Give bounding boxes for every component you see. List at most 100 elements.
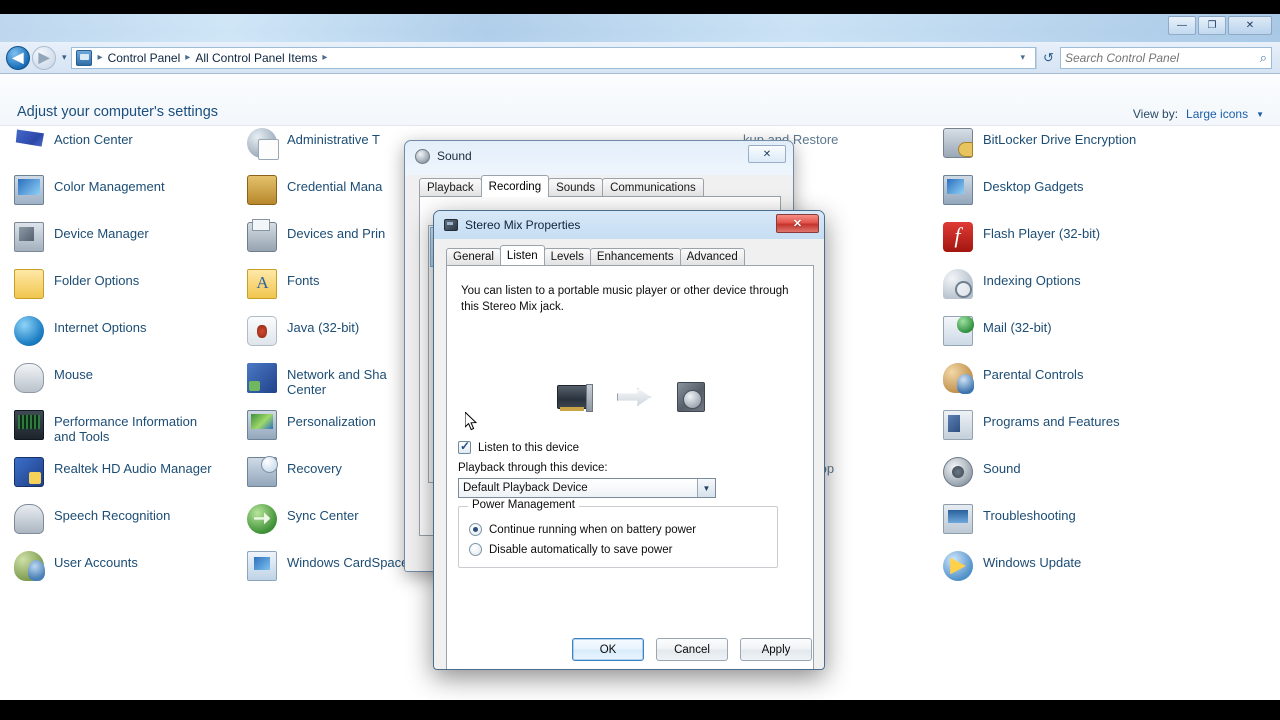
- sound-dialog-titlebar[interactable]: Sound: [405, 141, 793, 171]
- administrative-tools-icon-glyph: [247, 128, 279, 160]
- apply-button[interactable]: Apply: [740, 638, 812, 661]
- smp-tab-enhancements[interactable]: Enhancements: [589, 248, 681, 265]
- smp-tab-listen[interactable]: Listen: [499, 245, 545, 265]
- view-by-label: View by:: [1132, 107, 1179, 121]
- control-panel-item[interactable]: Realtek HD Audio Manager: [14, 455, 244, 502]
- control-panel-item[interactable]: Color Management: [14, 173, 244, 220]
- address-dropdown-icon[interactable]: ▾: [1014, 52, 1031, 63]
- breadcrumb-separator-1: ▸: [185, 52, 191, 63]
- search-box[interactable]: ⌕: [1060, 46, 1272, 69]
- address-bar[interactable]: ▸ Control Panel ▸ All Control Panel Item…: [70, 46, 1036, 69]
- sound-icon-glyph: [943, 457, 973, 487]
- control-panel-item-label: Network and Sha Center: [287, 367, 387, 397]
- control-panel-item[interactable]: Programs and Features: [943, 408, 1173, 455]
- radio-continue-running-label: Continue running when on battery power: [489, 523, 697, 536]
- color-management-icon-glyph: [14, 175, 44, 205]
- control-panel-item[interactable]: Device Manager: [14, 220, 244, 267]
- listen-to-device-checkbox-row[interactable]: Listen to this device: [458, 439, 579, 454]
- control-panel-item-label: Internet Options: [54, 320, 147, 335]
- cancel-button[interactable]: Cancel: [656, 638, 728, 661]
- radio-disable-automatically[interactable]: [469, 543, 482, 556]
- control-panel-item[interactable]: User Accounts: [14, 549, 244, 596]
- breadcrumb-separator-2[interactable]: ▸: [320, 52, 329, 63]
- folder-options-icon: [14, 269, 44, 299]
- indexing-options-icon: [943, 269, 973, 299]
- control-panel-item[interactable]: Internet Options: [14, 314, 244, 361]
- close-button[interactable]: ✕: [1228, 16, 1272, 35]
- breadcrumb-all-items[interactable]: All Control Panel Items: [192, 51, 320, 65]
- control-panel-item-label: Action Center: [54, 132, 133, 147]
- power-management-group: Power Management Continue running when o…: [458, 499, 778, 568]
- refresh-button[interactable]: ↺: [1036, 46, 1060, 69]
- sound-tab-sounds[interactable]: Sounds: [548, 178, 604, 197]
- speaker-icon: [677, 382, 705, 412]
- smp-listen-panel: You can listen to a portable music playe…: [446, 265, 814, 669]
- sound-card-icon: [557, 384, 593, 412]
- playback-device-select[interactable]: Default Playback Device ▼: [458, 478, 716, 498]
- control-panel-item[interactable]: Speech Recognition: [14, 502, 244, 549]
- color-management-icon: [14, 175, 44, 205]
- back-button[interactable]: ◀: [6, 45, 30, 70]
- bitlocker-icon-glyph: [943, 128, 974, 158]
- control-panel-item[interactable]: Sound: [943, 455, 1173, 502]
- control-panel-item[interactable]: Troubleshooting: [943, 502, 1173, 549]
- control-panel-item-label: Credential Mana: [287, 179, 383, 194]
- power-option-continue-running[interactable]: Continue running when on battery power: [469, 523, 696, 536]
- view-by-control[interactable]: View by: Large icons ▼: [1133, 107, 1264, 121]
- control-panel-item[interactable]: Desktop Gadgets: [943, 173, 1173, 220]
- listen-to-device-checkbox[interactable]: [458, 439, 471, 454]
- window-titlebar[interactable]: — ❐ ✕: [0, 14, 1280, 42]
- action-center-icon: [14, 128, 44, 158]
- smp-close-button[interactable]: ✕: [776, 214, 819, 233]
- chevron-down-icon[interactable]: ▼: [697, 479, 715, 497]
- smp-titlebar[interactable]: Stereo Mix Properties: [434, 211, 824, 239]
- sound-tab-communications[interactable]: Communications: [602, 178, 704, 197]
- search-input[interactable]: [1065, 50, 1260, 65]
- stereo-mix-properties-dialog[interactable]: Stereo Mix Properties ✕ General Listen Lev…: [433, 210, 825, 670]
- smp-tab-advanced[interactable]: Advanced: [679, 248, 745, 265]
- control-panel-item[interactable]: Mail (32-bit): [943, 314, 1173, 361]
- control-panel-item-label: Devices and Prin: [287, 226, 386, 241]
- window-controls: — ❐ ✕: [1168, 16, 1272, 35]
- sound-dialog-tabs: Playback Recording Sounds Communications: [419, 175, 704, 197]
- breadcrumb-control-panel[interactable]: Control Panel: [105, 51, 184, 65]
- smp-tab-levels[interactable]: Levels: [543, 248, 591, 265]
- chevron-down-icon[interactable]: ▼: [1256, 110, 1264, 119]
- control-panel-item[interactable]: Flash Player (32-bit): [943, 220, 1173, 267]
- page-title: Adjust your computer's settings: [17, 104, 219, 120]
- troubleshooting-icon-glyph: [943, 504, 973, 534]
- sound-tab-playback[interactable]: Playback: [419, 178, 482, 197]
- desktop-gadgets-icon-glyph: [943, 175, 973, 205]
- mouse-icon-glyph: [14, 363, 44, 393]
- control-panel-item[interactable]: Performance Information and Tools: [14, 408, 244, 455]
- cardspace-icon: [247, 551, 277, 581]
- control-panel-item[interactable]: BitLocker Drive Encryption: [943, 126, 1173, 173]
- speech-recognition-icon-glyph: [14, 504, 44, 534]
- sound-tab-recording[interactable]: Recording: [480, 175, 550, 197]
- control-panel-item[interactable]: Action Center: [14, 126, 244, 173]
- sound-card-icon: [444, 219, 458, 231]
- recent-pages-caret[interactable]: ▾: [62, 52, 67, 63]
- smp-tab-general[interactable]: General: [446, 248, 501, 265]
- forward-button[interactable]: ▶: [32, 45, 56, 70]
- radio-continue-running[interactable]: [469, 523, 482, 536]
- minimize-button[interactable]: —: [1168, 16, 1196, 35]
- java-icon-glyph: [247, 316, 277, 346]
- smp-button-row: OK Cancel Apply: [434, 638, 824, 661]
- control-panel-item[interactable]: Folder Options: [14, 267, 244, 314]
- control-panel-item[interactable]: Windows Update: [943, 549, 1173, 596]
- smp-title: Stereo Mix Properties: [465, 218, 581, 232]
- programs-features-icon-glyph: [943, 410, 973, 440]
- control-panel-item[interactable]: Mouse: [14, 361, 244, 408]
- sync-center-icon: [247, 504, 277, 534]
- control-panel-item[interactable]: Parental Controls: [943, 361, 1173, 408]
- control-panel-item-label: Mouse: [54, 367, 94, 382]
- power-option-disable-automatically[interactable]: Disable automatically to save power: [469, 543, 672, 556]
- devices-printers-icon: [247, 219, 277, 252]
- maximize-button[interactable]: ❐: [1198, 16, 1226, 35]
- ok-button[interactable]: OK: [572, 638, 644, 661]
- control-panel-item[interactable]: Indexing Options: [943, 267, 1173, 314]
- view-by-value[interactable]: Large icons: [1186, 107, 1248, 121]
- sound-dialog-close-button[interactable]: ✕: [748, 145, 786, 163]
- control-panel-item-label: Windows Update: [983, 555, 1082, 570]
